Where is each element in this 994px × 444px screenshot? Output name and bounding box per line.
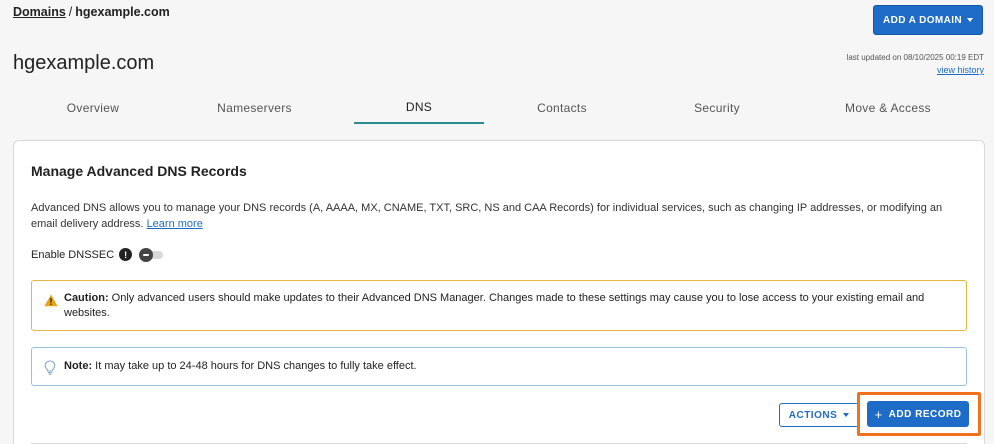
info-icon[interactable]: !: [119, 248, 133, 261]
dnssec-label: Enable DNSSEC: [31, 248, 115, 261]
add-record-label: ADD RECORD: [888, 408, 962, 420]
tab-move-access[interactable]: Move & Access: [793, 92, 983, 124]
note-alert: Note: It may take up to 24-48 hours for …: [31, 347, 967, 386]
note-text: It may take up to 24-48 hours for DNS ch…: [95, 360, 417, 372]
view-history-link[interactable]: view history: [937, 65, 984, 75]
advanced-dns-panel: Manage Advanced DNS Records Advanced DNS…: [13, 140, 985, 444]
tab-contacts[interactable]: Contacts: [483, 92, 641, 124]
tab-overview[interactable]: Overview: [13, 92, 173, 124]
dnssec-toggle[interactable]: [139, 247, 164, 262]
lightbulb-icon: [44, 360, 56, 375]
add-record-button[interactable]: + ADD RECORD: [867, 401, 969, 427]
breadcrumb-current: hgexample.com: [75, 5, 170, 19]
plus-icon: +: [874, 406, 883, 422]
note-message: Note: It may take up to 24-48 hours for …: [64, 360, 417, 372]
toggle-knob: [139, 247, 154, 262]
add-domain-button[interactable]: ADD A DOMAIN: [873, 5, 983, 35]
dnssec-row: Enable DNSSEC !: [31, 247, 164, 262]
tab-security[interactable]: Security: [641, 92, 793, 124]
learn-more-link[interactable]: Learn more: [147, 218, 203, 230]
add-domain-label: ADD A DOMAIN: [882, 14, 963, 26]
panel-title: Manage Advanced DNS Records: [31, 163, 247, 179]
tab-dns[interactable]: DNS: [354, 92, 484, 124]
caution-label: Caution:: [64, 292, 109, 304]
chevron-down-icon: [967, 18, 974, 22]
page-title: hgexample.com: [13, 52, 155, 74]
actions-label: ACTIONS: [788, 409, 838, 421]
domain-tabs: Overview Nameservers DNS Contacts Securi…: [13, 92, 983, 124]
breadcrumb-domains-link[interactable]: Domains: [13, 5, 66, 19]
caution-message: Caution: Only advanced users should make…: [64, 291, 954, 321]
breadcrumb: Domains / hgexample.com: [13, 5, 170, 19]
actions-dropdown-button[interactable]: ACTIONS: [779, 403, 859, 427]
breadcrumb-separator: /: [68, 5, 73, 19]
tab-nameservers[interactable]: Nameservers: [173, 92, 336, 124]
chevron-down-icon: [843, 413, 850, 417]
note-label: Note:: [64, 360, 93, 372]
last-updated-text: last updated on 08/10/2025 00:19 EDT: [846, 53, 984, 62]
caution-alert: Caution: Only advanced users should make…: [31, 280, 967, 331]
panel-description: Advanced DNS allows you to manage your D…: [31, 200, 966, 232]
warning-triangle-icon: [44, 294, 58, 307]
caution-text: Only advanced users should make updates …: [64, 292, 925, 319]
